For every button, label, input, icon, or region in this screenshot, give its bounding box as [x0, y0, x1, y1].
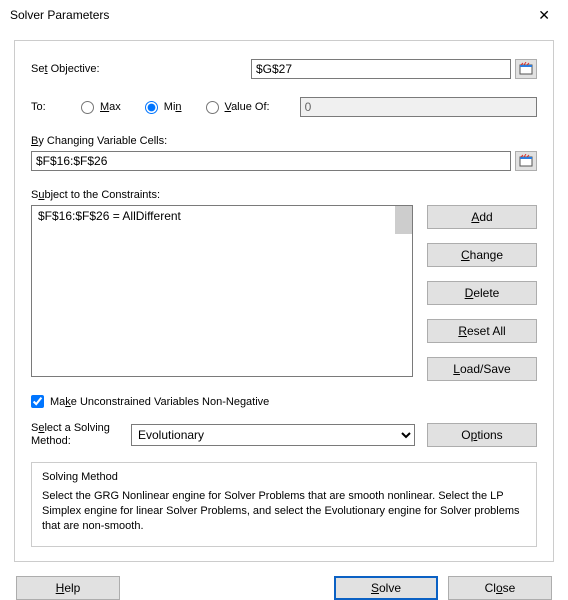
window-title: Solver Parameters — [10, 8, 109, 22]
method-label: Select a Solving Method: — [31, 422, 119, 448]
options-button[interactable]: Options — [427, 423, 537, 447]
radio-max-input[interactable] — [81, 101, 94, 114]
to-row: To: Max Min Value Of: — [31, 97, 537, 117]
reset-button[interactable]: Reset All — [427, 319, 537, 343]
footer: Help Solve Close — [0, 562, 568, 600]
constraints-section: Subject to the Constraints: $F$16:$F$26 … — [31, 189, 537, 381]
objective-ref-button[interactable] — [515, 59, 537, 79]
nonneg-label: Make Unconstrained Variables Non-Negativ… — [50, 396, 269, 408]
dialog-content: Set Objective: To: Max Min Value Of: — [14, 40, 554, 562]
radio-min-label: Min — [164, 101, 182, 113]
text: Objective: — [48, 63, 100, 75]
changing-section: By Changing Variable Cells: — [31, 135, 537, 171]
method-select[interactable]: Evolutionary — [131, 424, 415, 446]
help-body: Select the GRG Nonlinear engine for Solv… — [42, 489, 526, 534]
radio-max-label: Max — [100, 101, 121, 113]
solve-button[interactable]: Solve — [334, 576, 438, 600]
help-button[interactable]: Help — [16, 576, 120, 600]
collapse-dialog-icon — [519, 154, 533, 168]
scrollbar-thumb[interactable] — [395, 206, 412, 234]
constraints-listbox[interactable]: $F$16:$F$26 = AllDifferent — [31, 205, 413, 377]
solving-method-help: Solving Method Select the GRG Nonlinear … — [31, 462, 537, 547]
method-row: Select a Solving Method: Evolutionary Op… — [31, 422, 537, 448]
changing-label: By Changing Variable Cells: — [31, 135, 537, 147]
title-bar: Solver Parameters ✕ — [0, 0, 568, 30]
nonneg-checkbox-row: Make Unconstrained Variables Non-Negativ… — [31, 395, 537, 408]
objective-row: Set Objective: — [31, 59, 537, 79]
constraint-buttons: Add Change Delete Reset All Load/Save — [427, 205, 537, 381]
radio-max[interactable]: Max — [81, 101, 121, 114]
radio-valueof-input[interactable] — [206, 101, 219, 114]
loadsave-button[interactable]: Load/Save — [427, 357, 537, 381]
to-label: To: — [31, 101, 81, 113]
changing-input[interactable] — [31, 151, 511, 171]
delete-button[interactable]: Delete — [427, 281, 537, 305]
changing-ref-button[interactable] — [515, 151, 537, 171]
text: Se — [31, 63, 44, 75]
collapse-dialog-icon — [519, 62, 533, 76]
radio-valueof[interactable]: Value Of: — [206, 101, 270, 114]
add-button[interactable]: Add — [427, 205, 537, 229]
change-button[interactable]: Change — [427, 243, 537, 267]
objective-input[interactable] — [251, 59, 511, 79]
radio-valueof-label: Value Of: — [225, 101, 270, 113]
help-heading: Solving Method — [42, 471, 526, 483]
radio-min[interactable]: Min — [145, 101, 182, 114]
constraints-label: Subject to the Constraints: — [31, 189, 537, 201]
valueof-input[interactable] — [300, 97, 537, 117]
nonneg-checkbox[interactable] — [31, 395, 44, 408]
close-icon[interactable]: ✕ — [530, 3, 558, 28]
objective-label: Set Objective: — [31, 63, 251, 75]
constraint-item[interactable]: $F$16:$F$26 = AllDifferent — [32, 206, 412, 226]
close-button[interactable]: Close — [448, 576, 552, 600]
radio-min-input[interactable] — [145, 101, 158, 114]
